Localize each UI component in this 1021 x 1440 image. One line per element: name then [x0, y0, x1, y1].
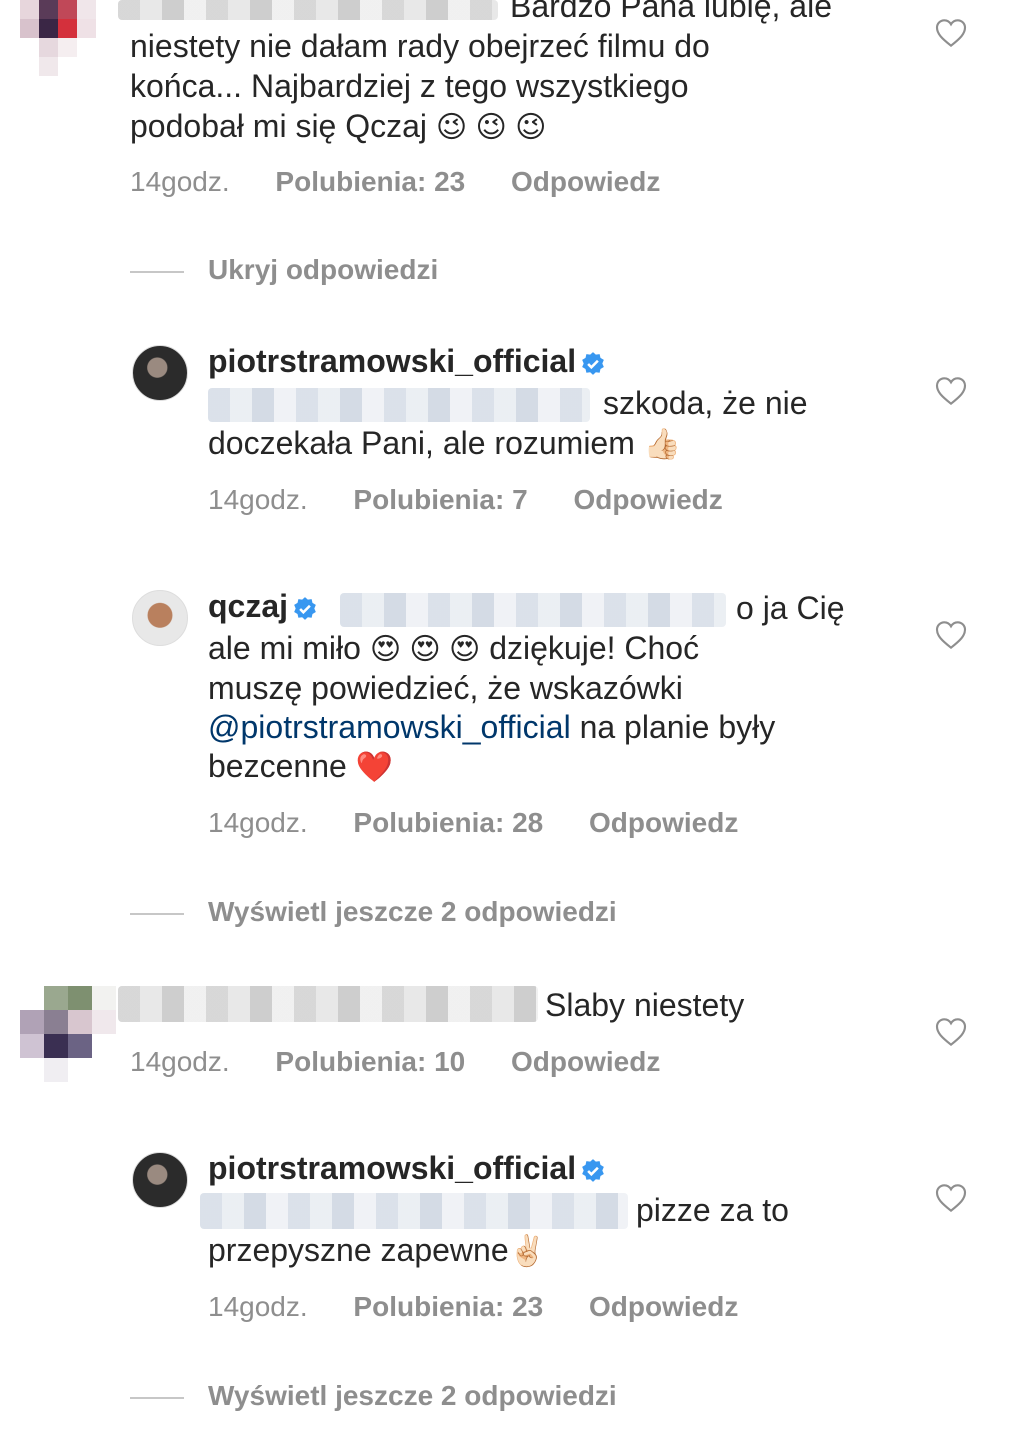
comment-text-line: przepyszne zapewne✌🏻 [208, 1230, 546, 1272]
heart-icon[interactable] [935, 376, 967, 406]
view-more-replies-label: Wyświetl jeszcze 2 odpowiedzi [208, 896, 617, 927]
mention-blurred [208, 388, 590, 422]
verified-icon [582, 351, 604, 375]
red-heart-emoji: ❤️ [355, 751, 394, 784]
comment-meta: 14godz. Polubienia: 28 Odpowiedz [208, 805, 776, 841]
avatar[interactable] [132, 345, 188, 401]
reply-label: Odpowiedz [589, 1291, 739, 1322]
likes-label: Polubienia: 10 [275, 1046, 466, 1077]
heart-eyes-emoji: 😍 😍 😍 [369, 633, 481, 666]
reply-label: Odpowiedz [573, 484, 723, 515]
mention-link[interactable]: @piotrstramowski_official [208, 709, 571, 745]
hide-replies-label: Ukryj odpowiedzi [208, 254, 439, 285]
comment-meta: 14godz. Polubienia: 7 Odpowiedz [208, 482, 761, 518]
likes-label: Polubienia: 28 [353, 807, 544, 838]
comment-text-fragment: doczekała Pani, ale rozumiem [208, 425, 635, 461]
thumbs-up-emoji: 👍🏻 [643, 428, 682, 461]
likes-count[interactable]: Polubienia: 7 [353, 484, 527, 515]
comment-text: Bardzo Pana lubię, ale [510, 0, 832, 24]
avatar[interactable] [20, 0, 96, 76]
likes-label: Polubienia: 23 [275, 166, 466, 197]
comment-text-fragment: bezcenne [208, 748, 347, 784]
username-label: piotrstramowski_official [208, 343, 577, 379]
comment-text: szkoda, że nie [603, 385, 808, 421]
mention-blurred [200, 1193, 628, 1229]
timestamp: 14godz. [130, 1046, 230, 1077]
divider-line [130, 270, 184, 273]
comment-text-fragment: dziękuje! Choć [489, 630, 700, 666]
comment-text-line: końca... Najbardziej z tego wszystkiego [130, 68, 689, 104]
comment-text-fragment: na planie były [570, 709, 776, 745]
victory-hand-emoji: ✌🏻 [508, 1235, 546, 1268]
reply-label: Odpowiedz [511, 166, 661, 197]
comment-text-line: podobał mi się Qczaj 😉 😉 😉 [130, 106, 546, 148]
reply-label: Odpowiedz [589, 807, 739, 838]
avatar[interactable] [132, 1152, 188, 1208]
timestamp: 14godz. [208, 1291, 308, 1322]
heart-icon[interactable] [935, 1017, 967, 1047]
comment-meta: 14godz. Polubienia: 10 Odpowiedz [130, 1044, 698, 1080]
comment-text-fragment: ale mi miło [208, 630, 361, 666]
timestamp: 14godz. [208, 484, 308, 515]
reply-button[interactable]: Odpowiedz [573, 484, 722, 515]
comment-text-line: niestety nie dałam rady obejrzeć filmu d… [130, 28, 710, 64]
mention-blurred [340, 593, 726, 627]
heart-icon[interactable] [935, 18, 967, 48]
likes-label: Polubienia: 23 [353, 1291, 544, 1322]
comment-text-fragment: podobał mi się Qczaj [130, 108, 428, 144]
heart-icon[interactable] [935, 1183, 967, 1213]
likes-count[interactable]: Polubienia: 10 [275, 1046, 465, 1077]
username-label: qczaj [208, 588, 289, 624]
comment-text-line: muszę powiedzieć, że wskazówki [208, 670, 683, 706]
verified-icon [582, 1158, 604, 1182]
view-more-replies-button[interactable]: Wyświetl jeszcze 2 odpowiedzi [130, 896, 617, 928]
hide-replies-button[interactable]: Ukryj odpowiedzi [130, 254, 438, 286]
reply-button[interactable]: Odpowiedz [589, 807, 738, 838]
likes-count[interactable]: Polubienia: 23 [353, 1291, 543, 1322]
username[interactable]: piotrstramowski_official [208, 343, 606, 380]
username-blurred [118, 0, 498, 20]
username-blurred [118, 986, 538, 1022]
comment-text-line: bezcenne ❤️ [208, 746, 393, 788]
reply-button[interactable]: Odpowiedz [511, 1046, 660, 1077]
likes-label: Polubienia: 7 [353, 484, 528, 515]
comment-text: Slaby niestety [545, 987, 745, 1023]
likes-count[interactable]: Polubienia: 23 [275, 166, 465, 197]
view-more-replies-label: Wyświetl jeszcze 2 odpowiedzi [208, 1380, 617, 1411]
verified-icon [294, 596, 316, 620]
divider-line [130, 912, 184, 915]
timestamp: 14godz. [130, 166, 230, 197]
comment-text-line: doczekała Pani, ale rozumiem 👍🏻 [208, 423, 681, 465]
reply-label: Odpowiedz [511, 1046, 661, 1077]
username[interactable]: qczaj [208, 588, 318, 625]
reply-button[interactable]: Odpowiedz [511, 166, 660, 197]
timestamp: 14godz. [208, 807, 308, 838]
comment-text: o ja Cię [736, 590, 845, 626]
wink-emoji: 😉 😉 😉 [435, 111, 547, 144]
avatar[interactable] [20, 986, 116, 1082]
divider-line [130, 1396, 184, 1399]
username-label: piotrstramowski_official [208, 1150, 577, 1186]
heart-icon[interactable] [935, 620, 967, 650]
comment-meta: 14godz. Polubienia: 23 Odpowiedz [208, 1289, 776, 1325]
comment-text-fragment: przepyszne zapewne [208, 1232, 509, 1268]
comment-meta: 14godz. Polubienia: 23 Odpowiedz [130, 164, 698, 200]
comment-text-line: ale mi miło 😍 😍 😍 dziękuje! Choć [208, 628, 699, 670]
comment-text: pizze za to [636, 1192, 789, 1228]
avatar[interactable] [132, 590, 188, 646]
comment-text-line: @piotrstramowski_official na planie były [208, 707, 775, 747]
reply-button[interactable]: Odpowiedz [589, 1291, 738, 1322]
username[interactable]: piotrstramowski_official [208, 1150, 606, 1187]
view-more-replies-button[interactable]: Wyświetl jeszcze 2 odpowiedzi [130, 1380, 617, 1412]
likes-count[interactable]: Polubienia: 28 [353, 807, 543, 838]
